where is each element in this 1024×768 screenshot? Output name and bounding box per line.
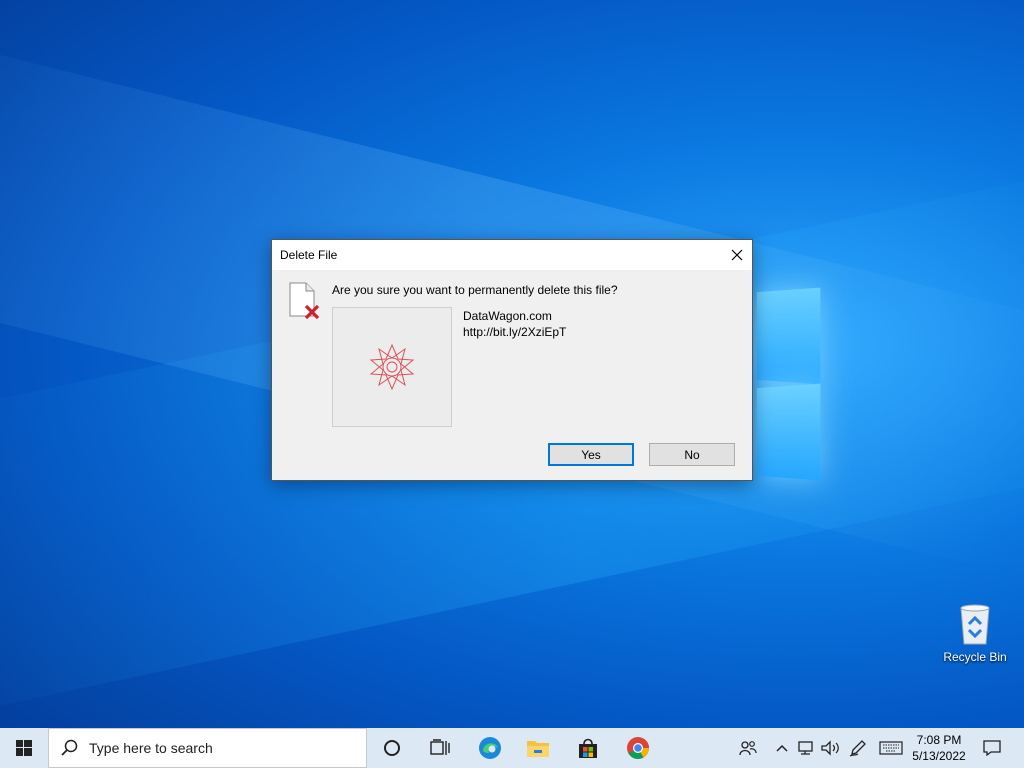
- pen-icon: [849, 739, 867, 757]
- close-icon: [731, 249, 743, 261]
- store-button[interactable]: [566, 728, 610, 768]
- file-explorer-icon: [526, 738, 550, 758]
- touch-keyboard-button[interactable]: [876, 728, 906, 768]
- search-placeholder: Type here to search: [89, 740, 213, 756]
- file-explorer-button[interactable]: [516, 728, 560, 768]
- delete-file-icon: [288, 282, 322, 322]
- no-button[interactable]: No: [649, 443, 735, 466]
- clock-date: 5/13/2022: [912, 748, 965, 764]
- cortana-button[interactable]: [370, 728, 414, 768]
- notifications-icon: [983, 740, 1001, 756]
- delete-file-dialog: Delete File Are you sure you want to per…: [271, 239, 753, 481]
- keyboard-icon: [879, 741, 903, 755]
- edge-icon: [478, 736, 502, 760]
- network-icon: [797, 740, 815, 756]
- people-button[interactable]: [734, 728, 762, 768]
- taskbar: Type here to search 7:08 PM 5/13/2022: [0, 728, 1024, 768]
- dialog-title: Delete File: [280, 248, 337, 262]
- volume-icon: [820, 740, 840, 756]
- pen-workspace-button[interactable]: [846, 728, 870, 768]
- clock[interactable]: 7:08 PM 5/13/2022: [906, 728, 972, 768]
- recycle-bin-icon: [955, 600, 995, 646]
- search-icon: [61, 739, 79, 757]
- file-url: http://bit.ly/2XziEpT: [463, 324, 566, 340]
- notifications-button[interactable]: [978, 728, 1006, 768]
- people-icon: [739, 740, 757, 756]
- task-view-button[interactable]: [418, 728, 462, 768]
- task-view-icon: [430, 739, 450, 757]
- network-button[interactable]: [794, 728, 818, 768]
- chevron-up-icon: [776, 744, 788, 752]
- chrome-button[interactable]: [616, 728, 660, 768]
- confirm-question: Are you sure you want to permanently del…: [332, 283, 618, 297]
- store-icon: [577, 737, 599, 759]
- file-info: DataWagon.com http://bit.ly/2XziEpT: [463, 308, 566, 340]
- cortana-icon: [383, 739, 401, 757]
- chrome-icon: [626, 736, 650, 760]
- taskbar-search-box[interactable]: Type here to search: [48, 728, 367, 768]
- recycle-bin-label: Recycle Bin: [940, 650, 1010, 664]
- mandala-icon: [367, 342, 417, 392]
- clock-time: 7:08 PM: [917, 732, 962, 748]
- windows-logo-wallpaper: [752, 290, 822, 480]
- dialog-titlebar: Delete File: [272, 240, 752, 270]
- close-button[interactable]: [722, 240, 752, 270]
- recycle-bin[interactable]: Recycle Bin: [940, 600, 1010, 664]
- file-thumbnail: [332, 307, 452, 427]
- edge-button[interactable]: [468, 728, 512, 768]
- yes-button[interactable]: Yes: [548, 443, 634, 466]
- show-hidden-icons-button[interactable]: [772, 728, 792, 768]
- windows-start-icon: [16, 740, 32, 756]
- file-name: DataWagon.com: [463, 308, 566, 324]
- start-button[interactable]: [0, 728, 48, 768]
- volume-button[interactable]: [818, 728, 842, 768]
